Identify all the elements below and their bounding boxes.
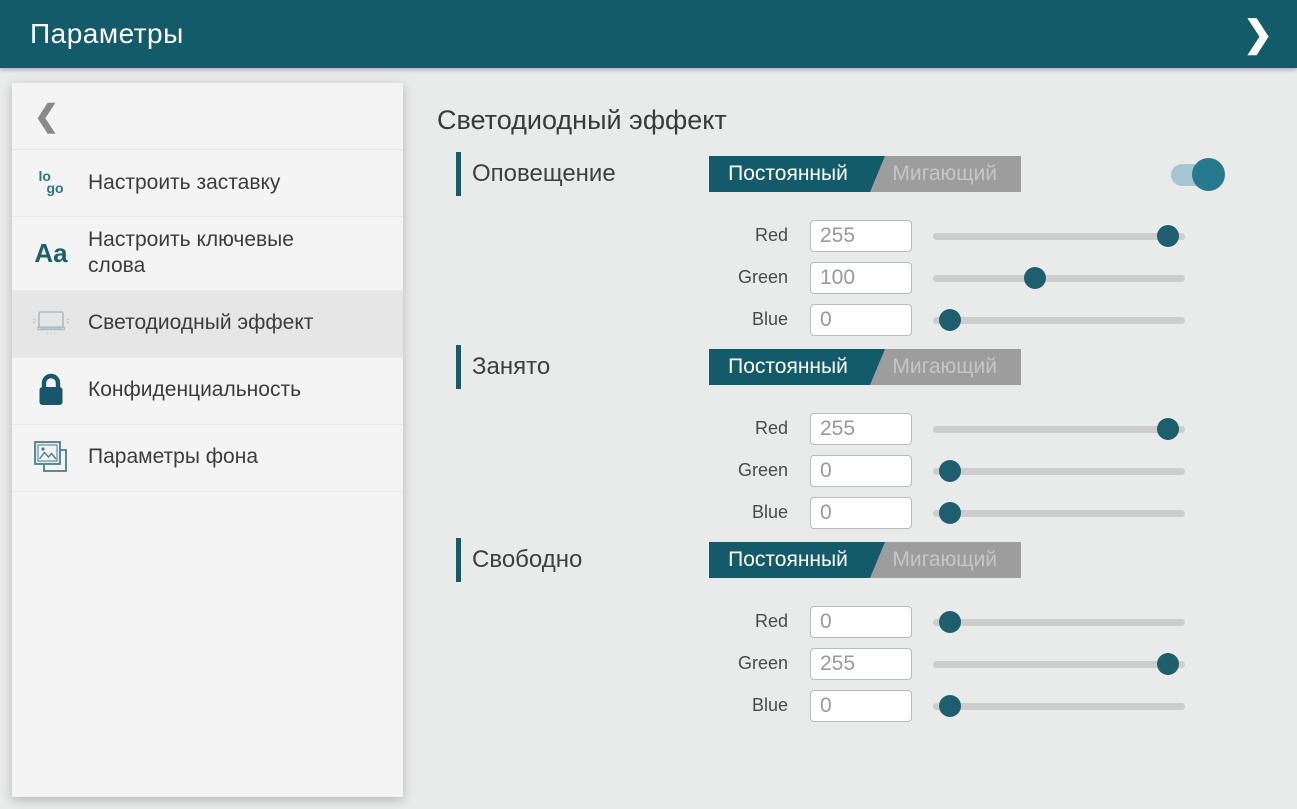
red-slider[interactable] (933, 224, 1185, 248)
led-section-free: Свободно Мигающий Постоянный Red Green (435, 538, 1235, 722)
sidebar-item-background[interactable]: Параметры фона (12, 425, 403, 492)
sidebar-item-led-effect[interactable]: Светодиодный эффект (12, 291, 403, 358)
section-accent-bar (456, 538, 461, 582)
mode-toggle: Мигающий Постоянный (709, 156, 1021, 192)
mode-toggle: Мигающий Постоянный (709, 349, 1021, 385)
slider-thumb[interactable] (1157, 225, 1179, 247)
red-channel-row: Red (435, 412, 1235, 445)
blue-label: Blue (435, 309, 788, 330)
red-label: Red (435, 225, 788, 246)
red-channel-row: Red (435, 219, 1235, 252)
blue-value-input[interactable] (810, 690, 912, 722)
green-value-input[interactable] (810, 648, 912, 680)
sidebar-item-label: Параметры фона (88, 444, 258, 470)
blue-channel-row: Blue (435, 303, 1235, 336)
red-label: Red (435, 418, 788, 439)
section-title: Занято (472, 353, 550, 381)
blue-slider[interactable] (933, 694, 1185, 718)
green-value-input[interactable] (810, 262, 912, 294)
mode-constant-button[interactable]: Постоянный (709, 156, 885, 192)
slider-thumb[interactable] (1157, 653, 1179, 675)
slider-thumb[interactable] (939, 502, 961, 524)
blue-label: Blue (435, 695, 788, 716)
blue-slider[interactable] (933, 501, 1185, 525)
sidebar-item-label: Настроить заставку (88, 170, 280, 196)
back-chevron-icon: ❮ (34, 99, 59, 134)
led-section-busy: Занято Мигающий Постоянный Red Green (435, 345, 1235, 529)
forward-chevron-icon[interactable]: ❯ (1237, 12, 1279, 56)
sidebar-item-keywords[interactable]: Aa Настроить ключевые слова (12, 217, 403, 291)
slider-thumb[interactable] (939, 460, 961, 482)
logo-icon: logo (28, 171, 74, 195)
blue-label: Blue (435, 502, 788, 523)
green-slider[interactable] (933, 459, 1185, 483)
led-section-notification: Оповещение Мигающий Постоянный Red (435, 152, 1235, 336)
blue-value-input[interactable] (810, 497, 912, 529)
background-images-icon (28, 439, 74, 477)
mode-constant-button[interactable]: Постоянный (709, 349, 885, 385)
slider-track (933, 426, 1185, 433)
red-slider[interactable] (933, 417, 1185, 441)
app-header: Параметры ❯ (0, 0, 1297, 68)
settings-sidebar: ❮ logo Настроить заставку Aa Настроить к… (12, 83, 403, 797)
lock-icon (28, 373, 74, 409)
slider-track (933, 703, 1185, 710)
red-channel-row: Red (435, 605, 1235, 638)
sidebar-item-label: Конфиденциальность (88, 377, 301, 403)
slider-thumb[interactable] (939, 611, 961, 633)
slider-track (933, 510, 1185, 517)
section-accent-bar (456, 152, 461, 196)
sidebar-collapse-button[interactable]: ❮ (12, 83, 403, 150)
red-value-input[interactable] (810, 606, 912, 638)
slider-track (933, 233, 1185, 240)
sidebar-item-privacy[interactable]: Конфиденциальность (12, 358, 403, 425)
slider-track (933, 317, 1185, 324)
blue-value-input[interactable] (810, 304, 912, 336)
slider-track (933, 468, 1185, 475)
slider-track (933, 275, 1185, 282)
red-value-input[interactable] (810, 220, 912, 252)
switch-thumb (1192, 158, 1225, 191)
green-channel-row: Green (435, 454, 1235, 487)
mode-toggle: Мигающий Постоянный (709, 542, 1021, 578)
blue-slider[interactable] (933, 308, 1185, 332)
section-title: Свободно (472, 546, 582, 574)
led-monitor-icon (28, 307, 74, 341)
page-title: Параметры (30, 18, 184, 50)
green-channel-row: Green (435, 261, 1235, 294)
red-slider[interactable] (933, 610, 1185, 634)
green-slider[interactable] (933, 266, 1185, 290)
red-value-input[interactable] (810, 413, 912, 445)
green-slider[interactable] (933, 652, 1185, 676)
section-accent-bar (456, 345, 461, 389)
slider-thumb[interactable] (1157, 418, 1179, 440)
sidebar-item-label: Светодиодный эффект (88, 310, 313, 336)
section-page-title: Светодиодный эффект (437, 104, 1235, 137)
led-effect-panel: Светодиодный эффект Оповещение Мигающий … (435, 68, 1235, 731)
notification-enable-switch[interactable] (1171, 158, 1227, 192)
green-label: Green (435, 460, 788, 481)
blue-channel-row: Blue (435, 496, 1235, 529)
slider-thumb[interactable] (1024, 267, 1046, 289)
slider-thumb[interactable] (939, 309, 961, 331)
slider-track (933, 661, 1185, 668)
keywords-aa-icon: Aa (28, 240, 74, 266)
mode-constant-button[interactable]: Постоянный (709, 542, 885, 578)
green-value-input[interactable] (810, 455, 912, 487)
green-channel-row: Green (435, 647, 1235, 680)
green-label: Green (435, 653, 788, 674)
section-title: Оповещение (472, 160, 616, 188)
blue-channel-row: Blue (435, 689, 1235, 722)
sidebar-item-screensaver[interactable]: logo Настроить заставку (12, 150, 403, 217)
red-label: Red (435, 611, 788, 632)
sidebar-item-label: Настроить ключевые слова (88, 227, 338, 280)
slider-thumb[interactable] (939, 695, 961, 717)
green-label: Green (435, 267, 788, 288)
slider-track (933, 619, 1185, 626)
